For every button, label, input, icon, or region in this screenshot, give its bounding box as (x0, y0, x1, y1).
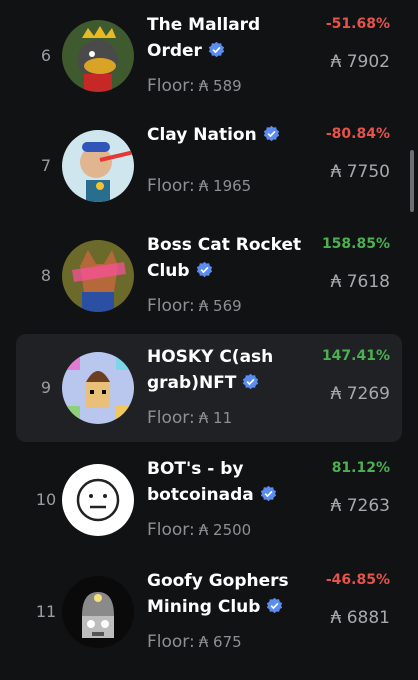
floor-price: Floor: ₳ 2500 (147, 520, 251, 540)
volume-value: ₳ 7750 (330, 162, 390, 182)
collection-row[interactable]: 8 Boss Cat Rocket Club Floor: ₳ 569 158.8… (16, 222, 402, 330)
collection-name[interactable]: HOSKY C(ash grab)NFT (147, 344, 307, 396)
collection-row[interactable]: 11 Goofy Gophers Mining Club Floor: ₳ 675… (16, 558, 402, 666)
collection-name[interactable]: The Mallard Order (147, 12, 307, 64)
collection-name-line2: Club (147, 261, 190, 281)
verified-badge-icon (263, 125, 279, 142)
collection-name[interactable]: Boss Cat Rocket Club (147, 232, 307, 284)
collection-name-line1: HOSKY C(ash (147, 347, 274, 367)
floor-price: Floor: ₳ 589 (147, 76, 242, 96)
floor-value: ₳ 1965 (198, 177, 252, 195)
scrollbar-thumb[interactable] (410, 150, 414, 212)
rank-number: 11 (35, 602, 57, 621)
collection-avatar[interactable] (62, 464, 134, 536)
floor-value: ₳ 589 (198, 77, 242, 95)
floor-label: Floor: (147, 296, 195, 316)
collection-name-line2: botcoinada (147, 485, 254, 505)
floor-price: Floor: ₳ 11 (147, 408, 232, 428)
collection-avatar[interactable] (62, 130, 134, 202)
price-change: 147.41% (321, 348, 390, 364)
verified-badge-icon (243, 373, 259, 390)
collection-avatar[interactable] (62, 576, 134, 648)
price-change: 158.85% (321, 236, 390, 252)
price-change: -80.84% (325, 126, 390, 142)
collection-name-line1: The Mallard (147, 15, 261, 35)
collection-row[interactable]: 6 The Mallard Order Floor: ₳ 589 -51.68% … (16, 2, 402, 110)
collection-ranking-list: 6 The Mallard Order Floor: ₳ 589 -51.68% … (0, 0, 418, 680)
volume-value: ₳ 7263 (330, 496, 390, 516)
collection-name[interactable]: Clay Nation (147, 122, 307, 148)
volume-value: ₳ 7269 (330, 384, 390, 404)
volume-value: ₳ 6881 (330, 608, 390, 628)
collection-name[interactable]: BOT's - by botcoinada (147, 456, 307, 508)
rank-number: 9 (40, 378, 52, 397)
floor-price: Floor: ₳ 675 (147, 632, 242, 652)
collection-avatar[interactable] (62, 20, 134, 92)
floor-label: Floor: (147, 176, 195, 196)
price-change: -51.68% (325, 16, 390, 32)
collection-name-line1: Boss Cat Rocket (147, 235, 302, 255)
collection-name-line1: Goofy Gophers (147, 571, 289, 591)
floor-value: ₳ 2500 (198, 521, 252, 539)
collection-name-line1: Clay Nation (147, 125, 257, 145)
volume-value: ₳ 7902 (330, 52, 390, 72)
verified-badge-icon (267, 597, 283, 614)
rank-number: 10 (35, 490, 57, 509)
floor-value: ₳ 675 (198, 633, 242, 651)
floor-label: Floor: (147, 408, 195, 428)
verified-badge-icon (260, 485, 276, 502)
collection-avatar[interactable] (62, 352, 134, 424)
floor-value: ₳ 11 (198, 409, 233, 427)
rank-number: 7 (40, 156, 52, 175)
floor-label: Floor: (147, 632, 195, 652)
verified-badge-icon (208, 41, 225, 58)
collection-avatar[interactable] (62, 240, 134, 312)
verified-badge-icon (196, 261, 212, 278)
floor-label: Floor: (147, 76, 195, 96)
collection-row-selected[interactable]: 9 HOSKY C(ash grab)NFT Floor: ₳ 11 147.41… (16, 334, 402, 442)
floor-price: Floor: ₳ 569 (147, 296, 242, 316)
price-change: -46.85% (325, 572, 390, 588)
collection-name-line2: Mining Club (147, 597, 261, 617)
rank-number: 8 (40, 266, 52, 285)
volume-value: ₳ 7618 (330, 272, 390, 292)
collection-name-line1: BOT's - by (147, 459, 244, 479)
collection-row[interactable]: 10 BOT's - by botcoinada Floor: ₳ 2500 81… (16, 446, 402, 554)
collection-name[interactable]: Goofy Gophers Mining Club (147, 568, 307, 620)
collection-name-line2: Order (147, 41, 202, 61)
floor-label: Floor: (147, 520, 195, 540)
floor-value: ₳ 569 (198, 297, 242, 315)
rank-number: 6 (40, 46, 52, 65)
floor-price: Floor: ₳ 1965 (147, 176, 251, 196)
collection-name-line2: grab)NFT (147, 373, 237, 393)
price-change: 81.12% (331, 460, 390, 476)
collection-row[interactable]: 7 Clay Nation Floor: ₳ 1965 -80.84% ₳ 775… (16, 112, 402, 220)
